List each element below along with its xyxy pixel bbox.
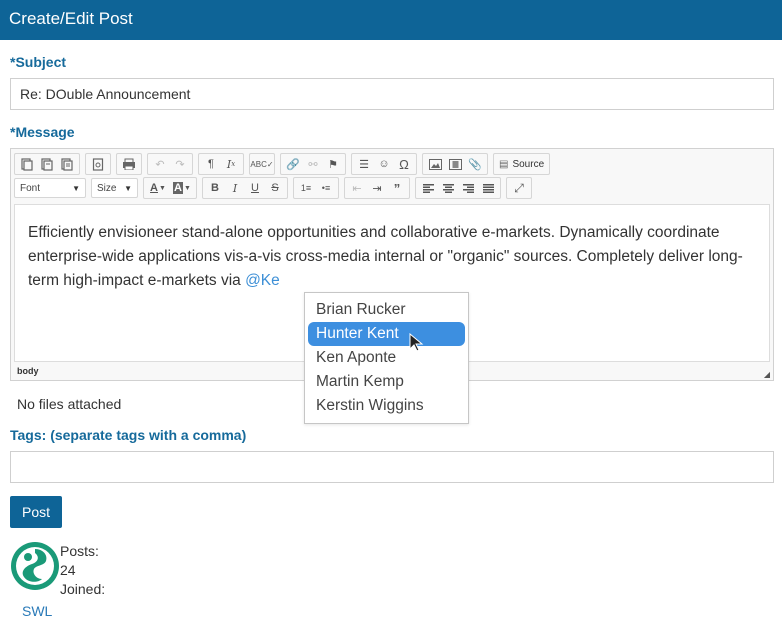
source-group[interactable]: ▤ Source	[493, 153, 551, 175]
align-group	[415, 177, 501, 199]
video-icon[interactable]	[445, 155, 465, 173]
maximize-group: ⤢	[506, 177, 532, 199]
horizontal-rule-icon[interactable]: ☰	[354, 155, 374, 173]
mention-option[interactable]: Martin Kemp	[308, 370, 465, 394]
mention-option[interactable]: Brian Rucker	[308, 298, 465, 322]
chevron-down-icon: ▼	[124, 183, 132, 193]
mention-text: @Ke	[245, 272, 280, 289]
copy-icon[interactable]	[37, 155, 57, 173]
posts-count: 24	[60, 562, 76, 578]
image-icon[interactable]	[425, 155, 445, 173]
mention-option-selected[interactable]: Hunter Kent	[308, 322, 465, 346]
cut-icon[interactable]	[17, 155, 37, 173]
align-right-icon[interactable]	[458, 179, 478, 197]
mention-option[interactable]: Ken Aponte	[308, 346, 465, 370]
print-icon[interactable]	[119, 155, 139, 173]
page-header: Create/Edit Post	[0, 0, 782, 40]
italic-icon[interactable]: I	[225, 179, 245, 197]
source-icon: ▤	[499, 158, 509, 170]
toolbar-row-1: ↶ ↷ ¶ Ix ABC✓ 🔗 ⚯ ⚑ ☰ ☺ Ω 📎 ▤ Source	[14, 153, 555, 175]
size-combo-label: Size	[97, 182, 117, 194]
element-path[interactable]: body	[17, 366, 39, 376]
message-label: *Message	[10, 124, 75, 140]
undo-icon[interactable]: ↶	[150, 155, 170, 173]
subject-label: *Subject	[10, 54, 67, 70]
indent-icon[interactable]: ⇥	[367, 179, 387, 197]
resize-handle-icon[interactable]: ◢	[764, 370, 770, 379]
attachments-status: No files attached	[17, 396, 122, 412]
style-group: B I U S	[202, 177, 288, 199]
background-color-icon[interactable]: A ▼	[170, 179, 194, 197]
print-group	[116, 153, 142, 175]
align-left-icon[interactable]	[418, 179, 438, 197]
tags-input[interactable]	[10, 451, 774, 483]
bulleted-list-icon[interactable]: •≡	[316, 179, 336, 197]
blockquote-icon[interactable]: ”	[387, 179, 407, 197]
special-char-icon[interactable]: Ω	[394, 155, 414, 173]
avatar[interactable]	[10, 541, 60, 591]
unlink-icon[interactable]: ⚯	[303, 155, 323, 173]
media-group: 📎	[422, 153, 488, 175]
subject-input[interactable]: Re: DOuble Announcement	[10, 78, 774, 110]
history-group: ↶ ↷	[147, 153, 193, 175]
maximize-icon[interactable]: ⤢	[509, 179, 529, 197]
insert-group: ☰ ☺ Ω	[351, 153, 417, 175]
strikethrough-icon[interactable]: S	[265, 179, 285, 197]
mention-dropdown: Brian Rucker Hunter Kent Ken Aponte Mart…	[304, 292, 469, 424]
spellcheck-icon[interactable]: ABC✓	[250, 155, 273, 173]
joined-label: Joined:	[60, 581, 106, 597]
posts-label: Posts:	[60, 543, 99, 559]
preview-icon[interactable]	[88, 155, 108, 173]
format-group: ¶ Ix	[198, 153, 244, 175]
message-body-text: Efficiently envisioneer stand-alone oppo…	[28, 224, 743, 289]
mouse-pointer-icon	[409, 332, 425, 358]
source-button-label: Source	[512, 158, 545, 170]
font-combo[interactable]: Font ▼	[14, 178, 86, 198]
list-group: 1≡ •≡	[293, 177, 339, 199]
paste-icon[interactable]	[57, 155, 77, 173]
text-color-icon[interactable]: A ▼	[146, 179, 170, 197]
align-center-icon[interactable]	[438, 179, 458, 197]
page-title: Create/Edit Post	[9, 9, 133, 28]
bold-icon[interactable]: B	[205, 179, 225, 197]
smiley-icon[interactable]: ☺	[374, 155, 394, 173]
color-group: A ▼ A ▼	[143, 177, 197, 199]
align-justify-icon[interactable]	[478, 179, 498, 197]
clipboard-group	[14, 153, 80, 175]
mention-option[interactable]: Kerstin Wiggins	[308, 394, 465, 418]
post-button[interactable]: Post	[10, 496, 62, 528]
author-name-link[interactable]: SWL	[22, 603, 52, 619]
spellcheck-group: ABC✓	[249, 153, 275, 175]
anchor-flag-icon[interactable]: ⚑	[323, 155, 343, 173]
attachment-icon[interactable]: 📎	[465, 155, 485, 173]
toolbar-row-2: Font ▼ Size ▼ A ▼ A ▼ B I U S 1≡ •≡ ⇤ ⇥ ”	[14, 177, 537, 199]
paragraph-icon[interactable]: ¶	[201, 155, 221, 173]
font-combo-label: Font	[20, 182, 41, 194]
redo-icon[interactable]: ↷	[170, 155, 190, 173]
remove-format-icon[interactable]: Ix	[221, 155, 241, 173]
chevron-down-icon: ▼	[72, 183, 80, 193]
outdent-icon[interactable]: ⇤	[347, 179, 367, 197]
numbered-list-icon[interactable]: 1≡	[296, 179, 316, 197]
size-combo[interactable]: Size ▼	[91, 178, 138, 198]
link-icon[interactable]: 🔗	[283, 155, 303, 173]
link-group: 🔗 ⚯ ⚑	[280, 153, 346, 175]
underline-icon[interactable]: U	[245, 179, 265, 197]
preview-group	[85, 153, 111, 175]
tags-label: Tags: (separate tags with a comma)	[10, 427, 247, 443]
indent-group: ⇤ ⇥ ”	[344, 177, 410, 199]
